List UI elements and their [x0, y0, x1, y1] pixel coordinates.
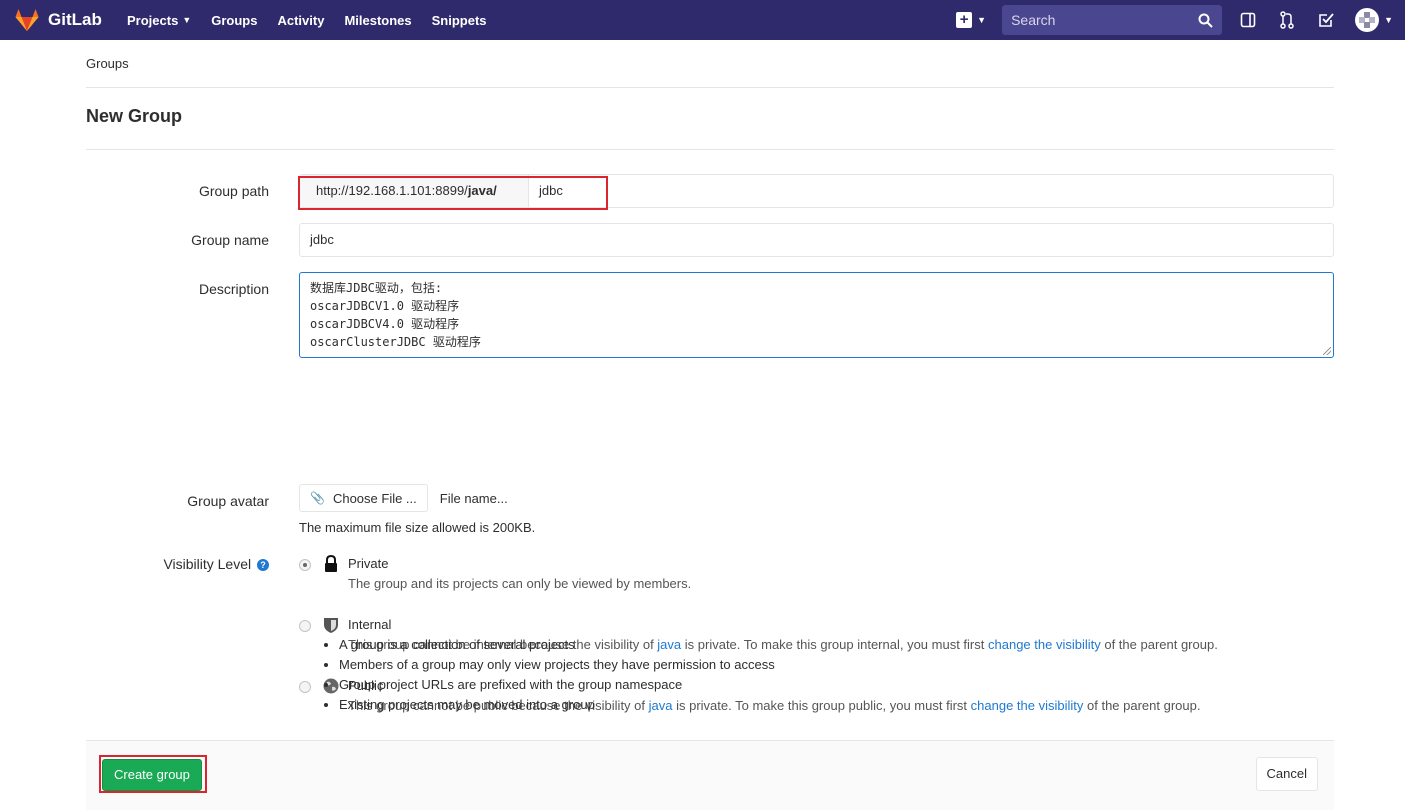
description-line: oscarJDBCV4.0 驱动程序 [310, 317, 460, 331]
shield-icon [324, 618, 338, 633]
cancel-button[interactable]: Cancel [1255, 757, 1318, 791]
visibility-private-radio[interactable] [299, 559, 311, 571]
gitlab-logo-icon [15, 9, 39, 31]
group-path-prefix: http://192.168.1.101:8899/java/ [300, 175, 529, 207]
paperclip-icon: 📎 [310, 491, 325, 505]
group-path-input[interactable]: jdbc [529, 175, 1333, 207]
form-actions: Create group Cancel [86, 740, 1334, 810]
description-textarea[interactable]: 数据库JDBC驱动，包括: oscarJDBCV1.0 驱动程序 oscarJD… [299, 272, 1334, 358]
user-avatar-icon [1355, 8, 1380, 32]
new-item-dropdown[interactable]: + ▼ [956, 12, 986, 28]
file-picker: 📎 Choose File ... File name... [299, 484, 1334, 512]
breadcrumb[interactable]: Groups [86, 40, 1334, 88]
visibility-label-text: Visibility Level [163, 556, 252, 572]
todos-button[interactable] [1316, 10, 1336, 30]
nav-projects[interactable]: Projects ▼ [127, 13, 191, 28]
chevron-down-icon: ▼ [1384, 15, 1393, 25]
merge-request-icon [1280, 11, 1294, 29]
nav-projects-label: Projects [127, 12, 179, 28]
lock-icon [325, 555, 337, 572]
page-title: New Group [86, 88, 1334, 150]
list-item: Existing projects may be moved into a gr… [339, 695, 775, 715]
list-item: A group is a collection of several proje… [339, 635, 775, 655]
group-path-label: Group path [198, 183, 269, 199]
search-icon [1198, 13, 1213, 28]
brand-name: GitLab [48, 10, 102, 29]
description-line: oscarJDBCV1.0 驱动程序 [310, 299, 460, 313]
visibility-public-radio[interactable] [299, 681, 311, 693]
group-name-field: jdbc [299, 223, 1334, 257]
chevron-down-icon: ▼ [182, 15, 192, 25]
nav-snippets[interactable]: Snippets [432, 13, 487, 28]
list-item: Members of a group may only view project… [339, 655, 775, 675]
sidebar-icon [1240, 12, 1256, 28]
resize-handle-icon[interactable] [1323, 347, 1331, 355]
plus-square-icon: + [956, 12, 973, 28]
main-content: Groups New Group Group path http://192.1… [86, 40, 1334, 810]
search-placeholder: Search [1011, 12, 1056, 28]
nav-groups[interactable]: Groups [211, 13, 257, 28]
list-item: Group project URLs are prefixed with the… [339, 675, 775, 695]
group-path-input-group: http://192.168.1.101:8899/java/ jdbc [299, 174, 1334, 208]
nav-milestones[interactable]: Milestones [344, 13, 411, 28]
group-path-field: http://192.168.1.101:8899/java/ jdbc [299, 174, 1334, 208]
visibility-private-title: Private [348, 556, 389, 571]
nav-activity[interactable]: Activity [277, 13, 324, 28]
todo-check-icon [1319, 13, 1334, 27]
choose-file-button[interactable]: 📎 Choose File ... [299, 484, 428, 512]
visibility-internal-title: Internal [348, 617, 392, 632]
visibility-internal-radio[interactable] [299, 620, 311, 632]
search-input[interactable]: Search [1002, 5, 1223, 35]
chevron-down-icon: ▼ [977, 15, 987, 25]
visibility-private-desc: The group and its projects can only be v… [348, 576, 692, 591]
group-path-base-url: http://192.168.1.101:8899/ [316, 183, 468, 198]
description-label: Description [198, 281, 269, 297]
avatar-help-text: The maximum file size allowed is 200KB. [299, 520, 536, 535]
group-avatar-label: Group avatar [187, 493, 269, 509]
change-visibility-link[interactable]: change the visibility [988, 637, 1101, 652]
create-group-button[interactable]: Create group [102, 759, 202, 791]
group-name-label: Group name [191, 232, 269, 248]
sidebar-toggle-button[interactable] [1238, 10, 1258, 30]
choose-file-label: Choose File ... [332, 490, 417, 506]
top-navbar: GitLab Projects ▼ Groups Activity Milest… [0, 0, 1405, 40]
group-avatar-field: 📎 Choose File ... File name... The maxim… [299, 484, 1334, 535]
question-circle-icon[interactable]: ? [257, 559, 269, 571]
main-nav: Projects ▼ Groups Activity Milestones Sn… [127, 13, 507, 28]
group-path-parent: java/ [467, 183, 497, 198]
gitlab-home-link[interactable]: GitLab [14, 8, 127, 32]
description-line: 数据库JDBC驱动，包括: [310, 281, 443, 295]
user-menu[interactable]: ▼ [1355, 8, 1393, 32]
group-notes-list: A group is a collection of several proje… [320, 635, 775, 715]
desc-text: of the parent group. [1083, 698, 1201, 713]
description-field: 数据库JDBC驱动，包括: oscarJDBCV1.0 驱动程序 oscarJD… [299, 272, 1334, 358]
file-name-text: File name... [439, 490, 508, 506]
change-visibility-link[interactable]: change the visibility [971, 698, 1084, 713]
visibility-label: Visibility Level ? [163, 556, 269, 572]
group-name-input[interactable]: jdbc [299, 223, 1334, 257]
desc-text: of the parent group. [1100, 637, 1218, 652]
merge-requests-button[interactable] [1277, 10, 1297, 30]
description-line: oscarClusterJDBC 驱动程序 [310, 335, 481, 349]
nav-right: + ▼ Search ▼ [956, 0, 1405, 40]
